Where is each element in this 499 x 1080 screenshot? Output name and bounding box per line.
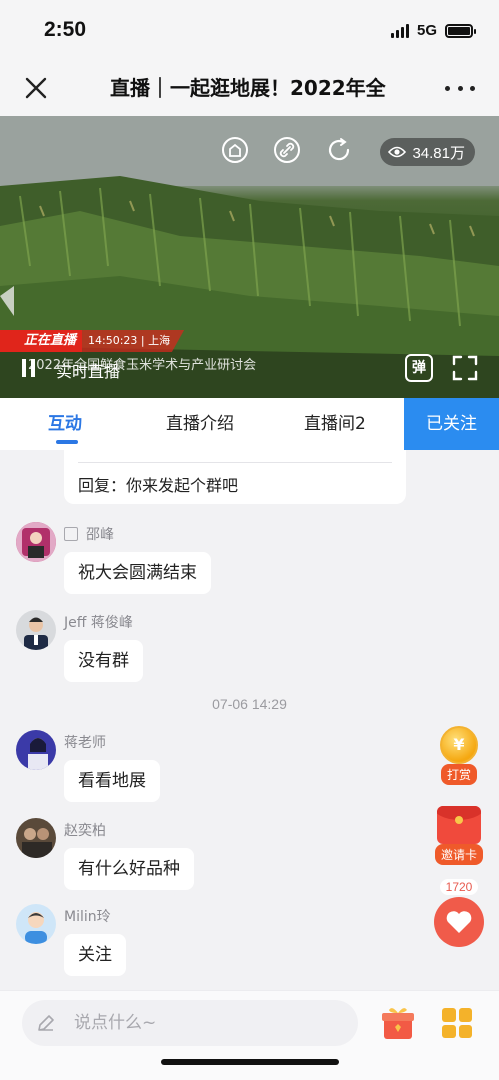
status-bar: 2:50 5G xyxy=(0,0,499,60)
close-icon[interactable] xyxy=(22,74,50,102)
link-icon[interactable] xyxy=(273,136,301,164)
live-banner: 正在直播 14:50:23 | 上海 xyxy=(0,330,185,352)
select-checkbox[interactable] xyxy=(64,527,78,541)
avatar[interactable] xyxy=(16,610,56,650)
chat-username: 蒋老师 xyxy=(64,735,106,751)
invite-card-button[interactable]: 邀请卡 xyxy=(433,806,485,865)
apps-grid-icon[interactable] xyxy=(442,1008,472,1038)
avatar[interactable] xyxy=(16,522,56,562)
pause-icon[interactable] xyxy=(22,359,40,379)
chat-bubble: 有什么好品种 xyxy=(64,848,194,890)
time-divider: 07-06 14:29 xyxy=(212,696,287,712)
reply-divider xyxy=(78,462,392,463)
avatar[interactable] xyxy=(16,818,56,858)
input-bar: 说点什么~ xyxy=(0,990,499,1080)
tab-live-room-2[interactable]: 直播间2 xyxy=(304,398,366,450)
reply-card: 回复：你来发起个群吧 xyxy=(64,450,406,504)
heart-icon xyxy=(434,897,484,947)
nav-bar: 直播｜一起逛地展！2022年全 xyxy=(0,60,499,116)
live-tag: 正在直播 xyxy=(0,330,83,352)
viewer-count: 34.81万 xyxy=(380,138,475,166)
like-button[interactable]: 1720 xyxy=(433,876,485,947)
avatar[interactable] xyxy=(16,904,56,944)
comment-placeholder: 说点什么~ xyxy=(74,1013,157,1033)
page-title: 直播｜一起逛地展！2022年全 xyxy=(110,76,386,100)
chat-username-text: 邵峰 xyxy=(86,527,114,543)
battery-icon xyxy=(445,23,476,38)
comment-input[interactable]: 说点什么~ xyxy=(22,1000,358,1046)
chat-bubble: 没有群 xyxy=(64,640,143,682)
chat-username: Jeff 蒋俊峰 xyxy=(64,615,133,631)
chat-bubble: 看看地展 xyxy=(64,760,160,802)
signal-icon xyxy=(390,23,409,38)
danmu-toggle-button[interactable]: 弹 xyxy=(405,354,433,382)
refresh-icon[interactable] xyxy=(325,136,353,164)
home-icon[interactable] xyxy=(221,136,249,164)
home-indicator xyxy=(161,1059,339,1065)
viewer-count-value: 34.81万 xyxy=(412,144,465,162)
realtime-label: 实时直播 xyxy=(56,362,121,381)
coin-icon: ¥ xyxy=(440,726,478,764)
like-count: 1720 xyxy=(439,879,479,895)
gift-icon[interactable] xyxy=(380,1005,416,1041)
chat-username: Milin玲 xyxy=(64,909,111,925)
follow-button[interactable]: 已关注 xyxy=(404,398,499,450)
tab-bar: 互动 直播介绍 直播间2 已关注 xyxy=(0,398,499,450)
reward-button[interactable]: ¥ 打赏 xyxy=(433,726,485,785)
chat-username: 邵峰 xyxy=(64,524,114,544)
pencil-icon xyxy=(38,1015,54,1031)
chat-bubble: 关注 xyxy=(64,934,126,976)
invite-label: 邀请卡 xyxy=(434,844,483,865)
chat-username: 赵奕柏 xyxy=(64,823,106,839)
reward-label: 打赏 xyxy=(440,764,477,785)
network-type: 5G xyxy=(416,22,437,39)
red-envelope-icon xyxy=(437,806,481,844)
live-video-player[interactable]: 34.81万 正在直播 14:50:23 | 上海 2022年全国鲜食玉米学术与… xyxy=(0,116,499,398)
status-indicators: 5G xyxy=(390,22,476,39)
reply-text: 回复：你来发起个群吧 xyxy=(78,476,239,495)
status-time: 2:50 xyxy=(44,18,87,41)
eye-icon xyxy=(388,146,407,158)
avatar[interactable] xyxy=(16,730,56,770)
chat-bubble: 祝大会圆满结束 xyxy=(64,552,211,594)
fullscreen-icon[interactable] xyxy=(451,354,479,382)
chat-list[interactable]: 回复：你来发起个群吧 邵峰 祝大会圆满结束 Jeff 蒋俊峰 没有群 07-06… xyxy=(0,450,499,990)
tab-active-indicator xyxy=(56,440,78,444)
tab-live-intro[interactable]: 直播介绍 xyxy=(166,398,234,450)
live-info: 14:50:23 | 上海 xyxy=(82,330,185,352)
more-options-icon[interactable] xyxy=(445,76,475,100)
